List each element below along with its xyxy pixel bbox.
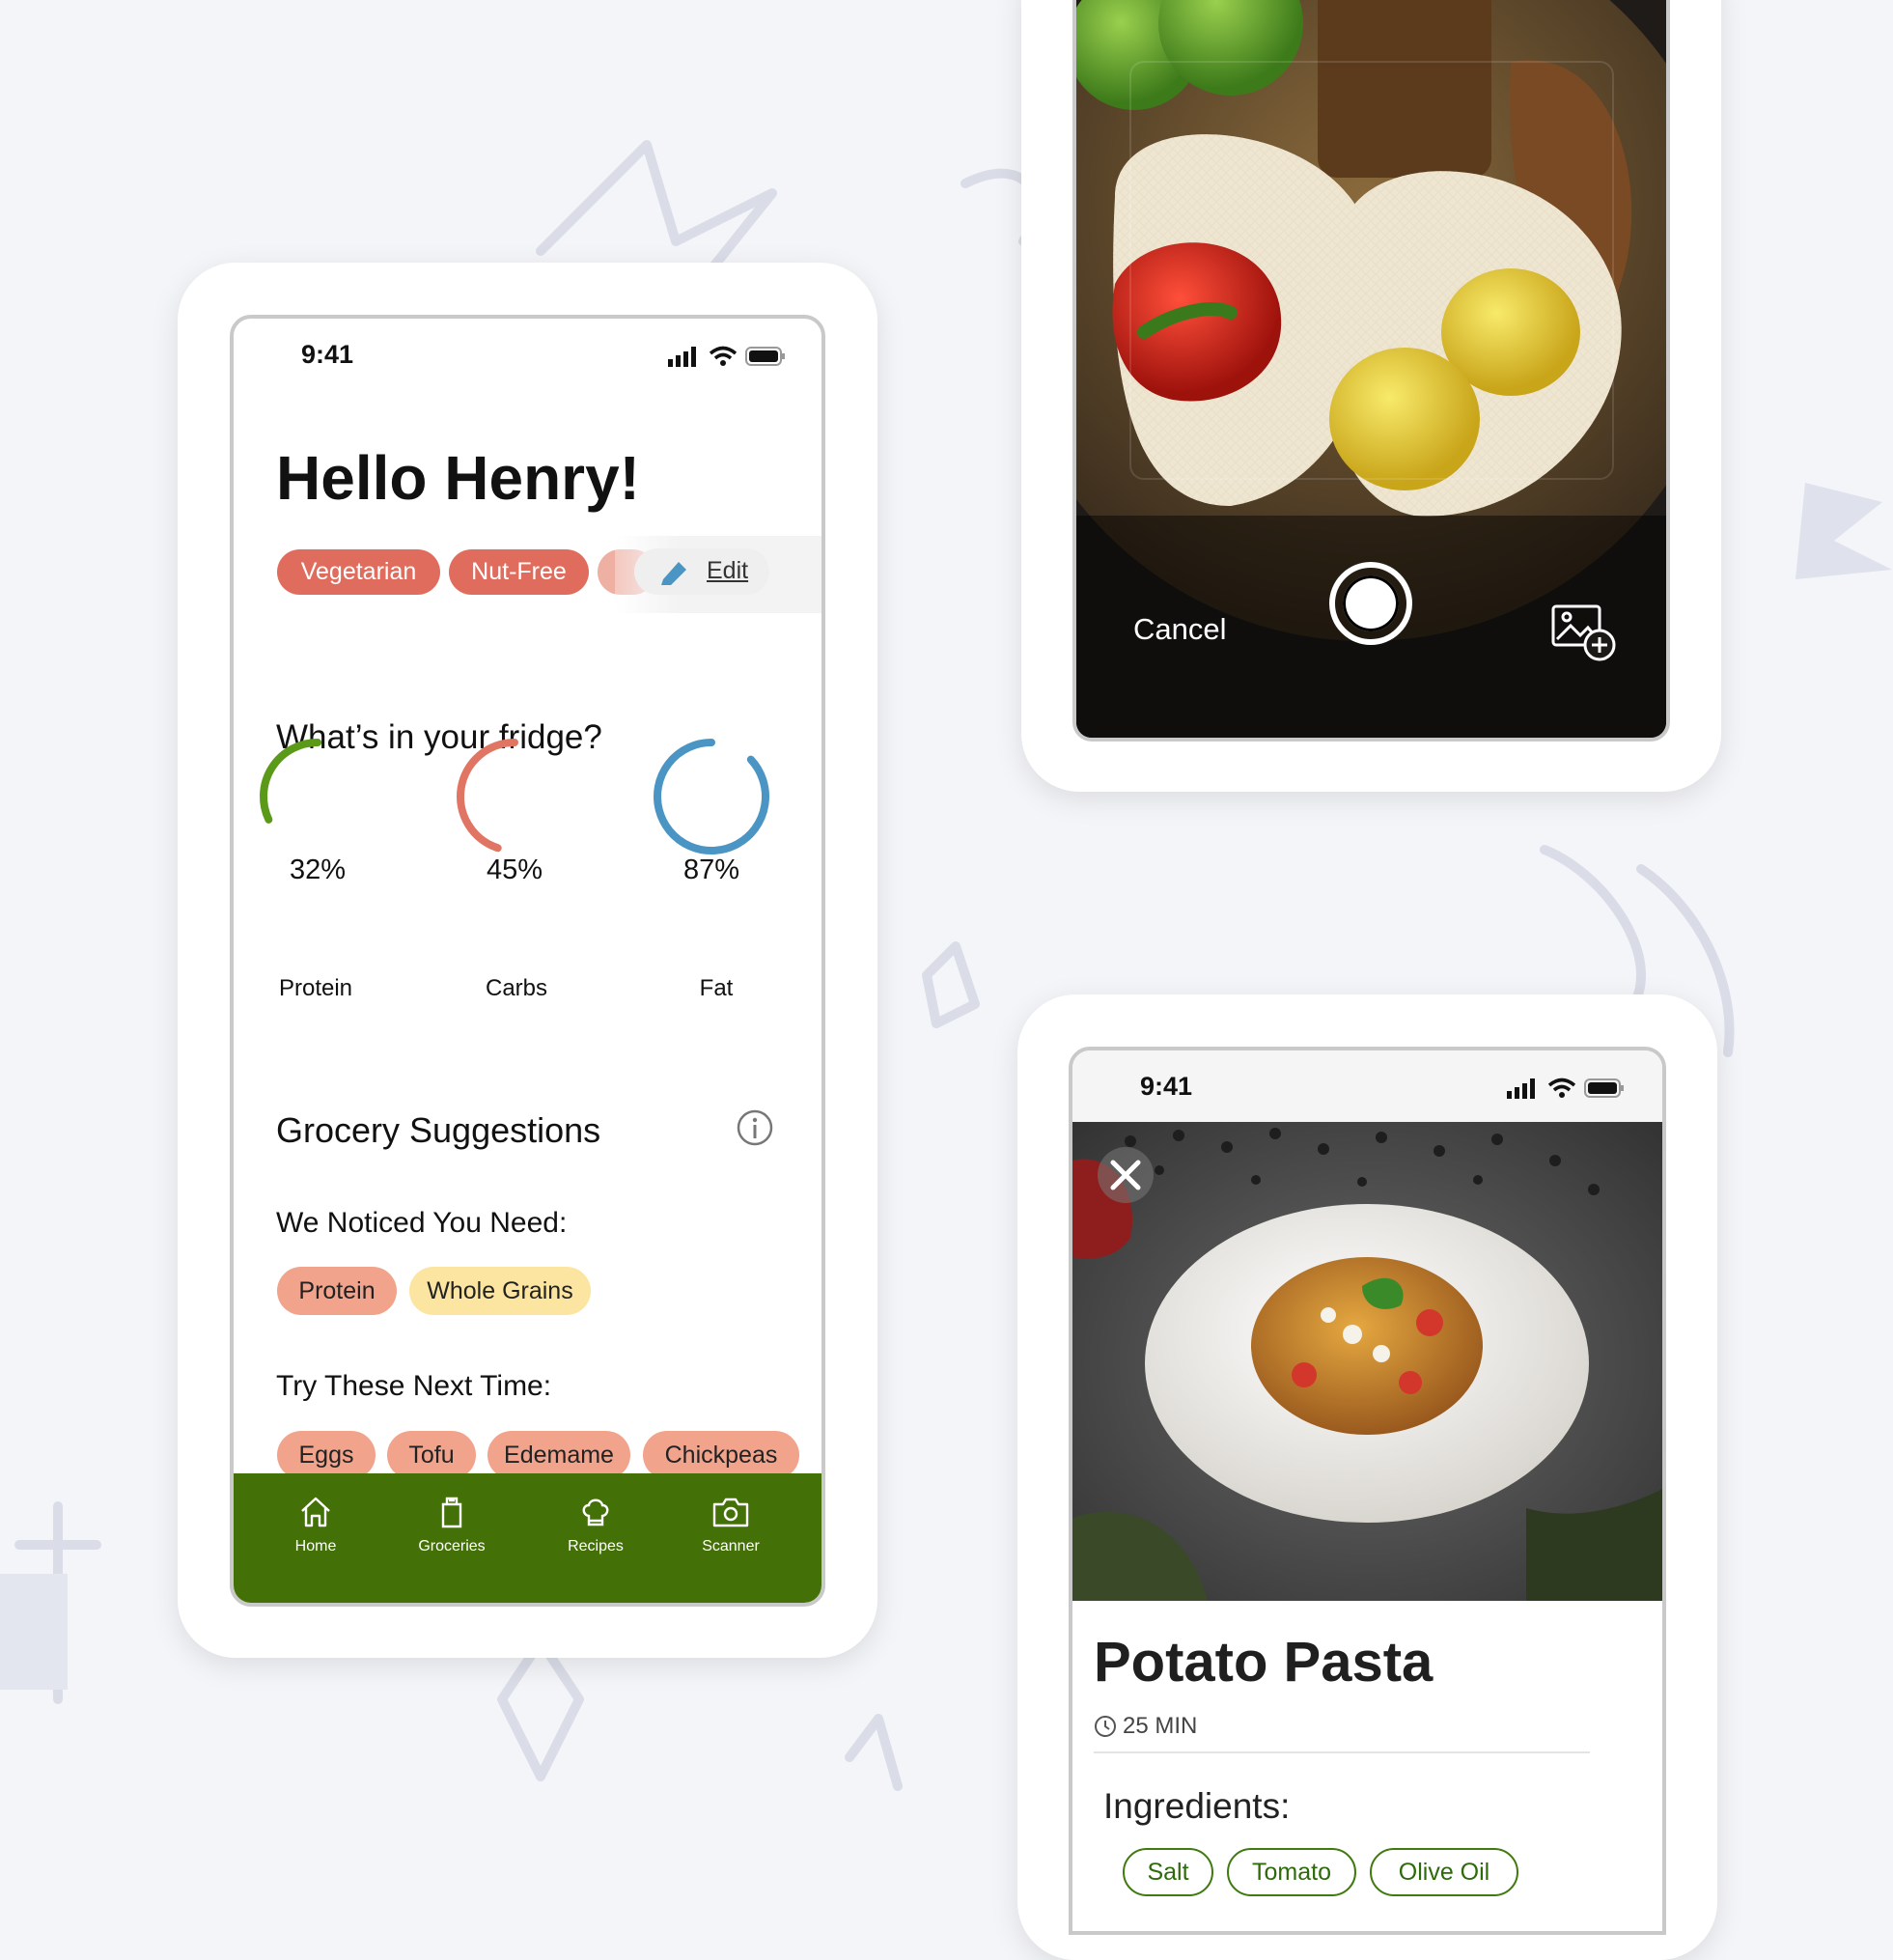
nav-groceries-label: Groceries xyxy=(418,1538,486,1554)
try-pill-tofu[interactable]: Tofu xyxy=(387,1431,476,1479)
divider xyxy=(1094,1751,1590,1753)
bottom-nav: Home Groceries Recipes Scanner xyxy=(234,1473,821,1603)
nav-scanner-label: Scanner xyxy=(702,1538,760,1554)
greeting-title: Hello Henry! xyxy=(276,443,640,513)
nav-recipes[interactable]: Recipes xyxy=(533,1495,658,1555)
need-pill-whole-grains[interactable]: Whole Grains xyxy=(409,1267,591,1315)
try-pill-chickpeas[interactable]: Chickpeas xyxy=(643,1431,799,1479)
try-pill-eggs[interactable]: Eggs xyxy=(277,1431,376,1479)
ingredient-olive-oil[interactable]: Olive Oil xyxy=(1370,1848,1518,1896)
signal-icon xyxy=(1507,1078,1535,1099)
clock-icon xyxy=(1095,1716,1116,1737)
wifi-icon xyxy=(709,346,738,366)
diet-tag-nut-free[interactable]: Nut-Free xyxy=(449,549,589,595)
home-icon xyxy=(301,1497,330,1527)
recipe-title: Potato Pasta xyxy=(1094,1631,1434,1694)
ingredient-salt[interactable]: Salt xyxy=(1123,1848,1213,1896)
ring-fat xyxy=(654,739,769,854)
carbs-label: Carbs xyxy=(485,975,548,1001)
try-pill-edemame[interactable]: Edemame xyxy=(487,1431,630,1479)
nav-home[interactable]: Home xyxy=(253,1495,378,1555)
status-time: 9:41 xyxy=(1140,1072,1193,1101)
gallery-add-icon[interactable] xyxy=(1549,602,1617,662)
signal-icon xyxy=(668,347,696,367)
nav-recipes-label: Recipes xyxy=(568,1538,624,1554)
battery-icon xyxy=(1584,1078,1624,1098)
protein-label: Protein xyxy=(278,975,353,1001)
grocery-bag-icon xyxy=(441,1497,462,1528)
ingredients-heading: Ingredients: xyxy=(1103,1786,1291,1826)
shutter-button[interactable] xyxy=(1329,562,1412,645)
recipe-photo xyxy=(1072,1122,1662,1601)
status-icons xyxy=(668,346,786,367)
info-icon[interactable] xyxy=(736,1108,774,1147)
battery-icon xyxy=(745,347,785,366)
pencil-icon xyxy=(661,562,686,585)
shutter-inner xyxy=(1343,575,1399,631)
recipe-time: 25 MIN xyxy=(1123,1713,1198,1739)
protein-percent: 32% xyxy=(289,854,347,885)
noticed-heading: We Noticed You Need: xyxy=(276,1207,568,1239)
status-icons xyxy=(1507,1078,1625,1099)
need-pill-protein[interactable]: Protein xyxy=(277,1267,397,1315)
chef-hat-icon xyxy=(582,1498,609,1526)
try-heading: Try These Next Time: xyxy=(276,1370,552,1402)
close-icon xyxy=(1110,1160,1141,1190)
fat-label: Fat xyxy=(699,975,734,1001)
ingredient-tomato[interactable]: Tomato xyxy=(1227,1848,1356,1896)
nav-home-label: Home xyxy=(294,1538,337,1554)
diet-tag-vegetarian[interactable]: Vegetarian xyxy=(277,549,440,595)
close-button[interactable] xyxy=(1098,1147,1154,1203)
carbs-percent: 45% xyxy=(486,854,543,885)
ring-carbs xyxy=(457,739,518,853)
nav-groceries[interactable]: Groceries xyxy=(389,1495,515,1555)
nav-scanner[interactable]: Scanner xyxy=(668,1495,793,1555)
scanner-screen: Cancel xyxy=(1072,0,1670,742)
edit-button[interactable]: Edit xyxy=(634,548,769,595)
wifi-icon xyxy=(1547,1078,1576,1098)
edit-label: Edit xyxy=(707,557,749,584)
ring-protein xyxy=(260,739,321,824)
status-time: 9:41 xyxy=(301,340,354,369)
fat-percent: 87% xyxy=(682,854,740,885)
camera-icon xyxy=(712,1498,749,1527)
recipe-screen: 9:41 Potato Pasta 25 MIN Ingredients: Sa… xyxy=(1069,1047,1666,1935)
cancel-button[interactable]: Cancel xyxy=(1133,612,1227,647)
home-screen: 9:41 Hello Henry! Vegetarian Nut-Free Ed… xyxy=(230,315,825,1607)
suggestions-heading: Grocery Suggestions xyxy=(276,1110,601,1150)
